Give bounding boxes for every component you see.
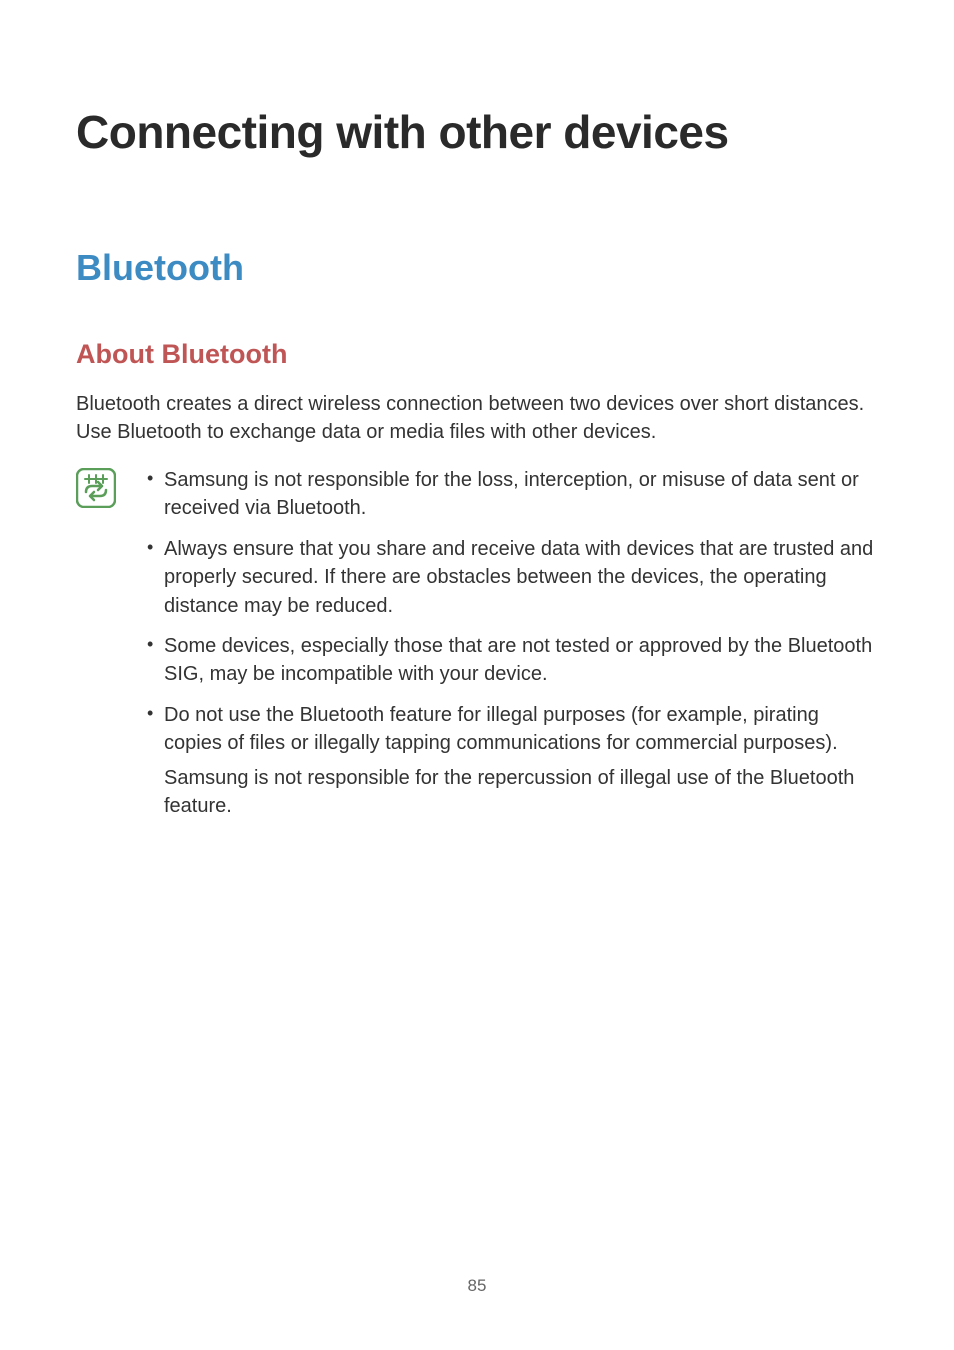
page-number: 85 [0,1276,954,1296]
note-item: Always ensure that you share and receive… [142,535,878,620]
page-title: Connecting with other devices [76,105,878,159]
note-item: Do not use the Bluetooth feature for ill… [142,701,878,821]
note-text: Always ensure that you share and receive… [164,538,873,617]
subsection-heading-about-bluetooth: About Bluetooth [76,339,878,370]
note-text: Some devices, especially those that are … [164,635,872,685]
note-item: Samsung is not responsible for the loss,… [142,466,878,523]
note-list: Samsung is not responsible for the loss,… [142,466,878,832]
intro-paragraph: Bluetooth creates a direct wireless conn… [76,390,878,446]
note-item: Some devices, especially those that are … [142,632,878,689]
section-heading-bluetooth: Bluetooth [76,247,878,289]
note-section: Samsung is not responsible for the loss,… [76,466,878,832]
note-text: Do not use the Bluetooth feature for ill… [164,704,838,754]
note-subtext: Samsung is not responsible for the reper… [164,764,878,821]
note-icon [76,468,116,513]
note-text: Samsung is not responsible for the loss,… [164,469,859,519]
